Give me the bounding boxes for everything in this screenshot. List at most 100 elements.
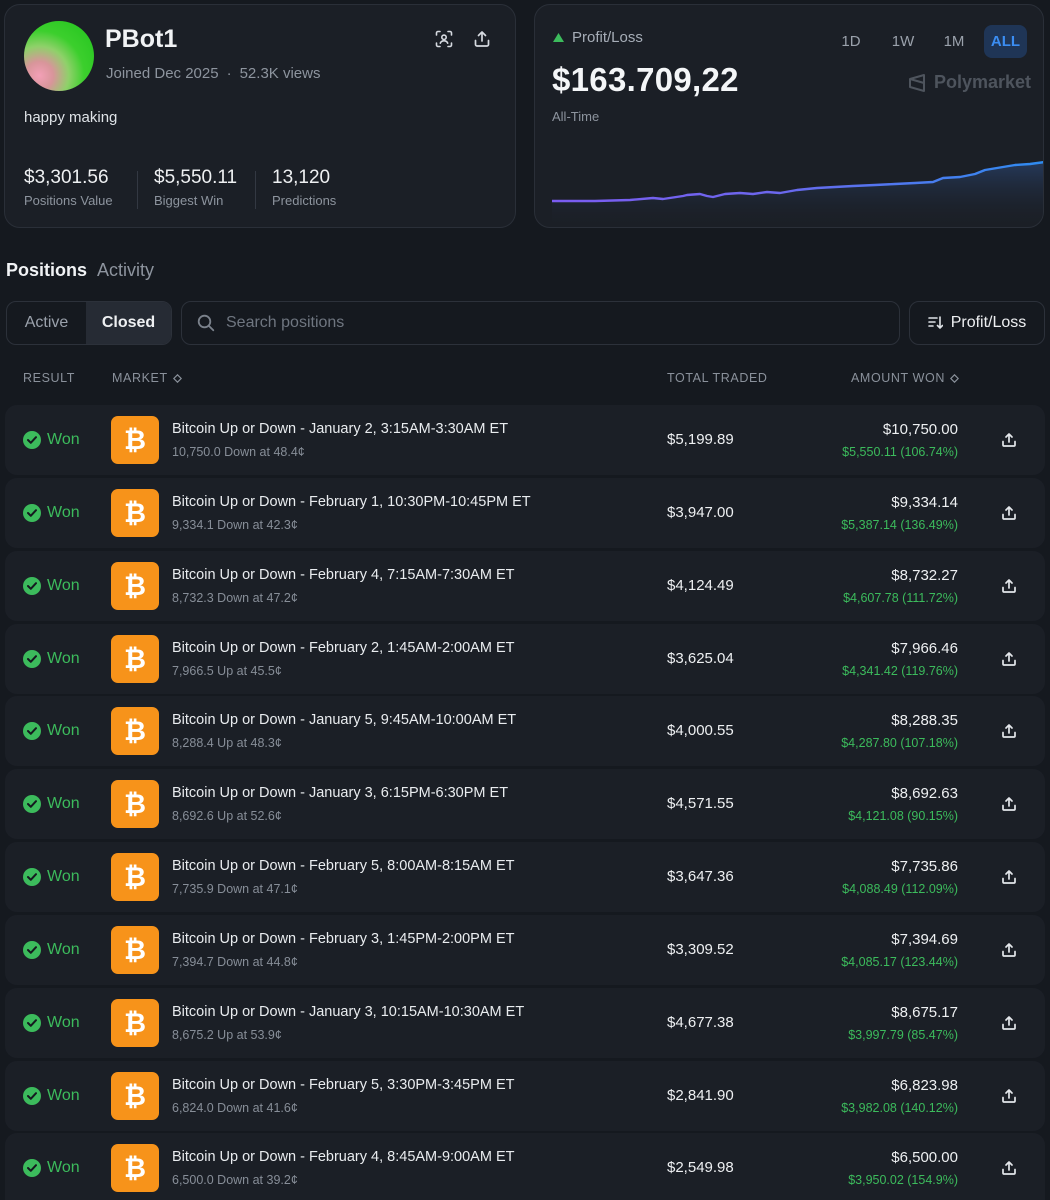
market-title[interactable]: Bitcoin Up or Down - February 1, 10:30PM… bbox=[172, 494, 531, 510]
market-title[interactable]: Bitcoin Up or Down - January 3, 10:15AM-… bbox=[172, 1004, 524, 1020]
result-badge: Won bbox=[23, 941, 80, 959]
total-traded: $4,124.49 bbox=[667, 577, 734, 594]
share-icon[interactable] bbox=[999, 721, 1019, 741]
profit-gain: $4,085.17 (123.44%) bbox=[841, 955, 958, 969]
check-icon bbox=[23, 868, 41, 886]
result-label: Won bbox=[47, 650, 80, 667]
share-icon[interactable] bbox=[999, 1158, 1019, 1178]
bitcoin-icon: ₿ bbox=[111, 1072, 159, 1120]
share-icon[interactable] bbox=[999, 503, 1019, 523]
result-label: Won bbox=[47, 1159, 80, 1176]
table-row[interactable]: Won ₿ Bitcoin Up or Down - January 3, 6:… bbox=[5, 769, 1045, 839]
check-icon bbox=[23, 431, 41, 449]
total-traded: $3,947.00 bbox=[667, 504, 734, 521]
result-label: Won bbox=[47, 1014, 80, 1031]
share-icon[interactable] bbox=[999, 1013, 1019, 1033]
result-label: Won bbox=[47, 795, 80, 812]
share-icon[interactable] bbox=[999, 649, 1019, 669]
profit-gain: $3,997.79 (85.47%) bbox=[848, 1028, 958, 1042]
market-title[interactable]: Bitcoin Up or Down - February 2, 1:45AM-… bbox=[172, 640, 515, 656]
bitcoin-icon: ₿ bbox=[111, 926, 159, 974]
table-row[interactable]: Won ₿ Bitcoin Up or Down - February 3, 1… bbox=[5, 915, 1045, 985]
table-row[interactable]: Won ₿ Bitcoin Up or Down - January 2, 3:… bbox=[5, 405, 1045, 475]
market-title[interactable]: Bitcoin Up or Down - February 5, 3:30PM-… bbox=[172, 1077, 515, 1093]
result-label: Won bbox=[47, 577, 80, 594]
market-title[interactable]: Bitcoin Up or Down - February 3, 1:45PM-… bbox=[172, 931, 515, 947]
result-label: Won bbox=[47, 868, 80, 885]
share-icon[interactable] bbox=[999, 794, 1019, 814]
amount-won: $6,500.00 bbox=[891, 1149, 958, 1166]
profit-gain: $4,607.78 (111.72%) bbox=[843, 591, 958, 605]
check-icon bbox=[23, 1014, 41, 1032]
share-icon[interactable] bbox=[999, 1086, 1019, 1106]
total-traded: $2,841.90 bbox=[667, 1087, 734, 1104]
result-badge: Won bbox=[23, 795, 80, 813]
check-icon bbox=[23, 1087, 41, 1105]
amount-won: $7,735.86 bbox=[891, 858, 958, 875]
result-badge: Won bbox=[23, 1087, 80, 1105]
market-title[interactable]: Bitcoin Up or Down - January 5, 9:45AM-1… bbox=[172, 712, 516, 728]
share-icon[interactable] bbox=[999, 576, 1019, 596]
market-position: 8,288.4 Up at 48.3¢ bbox=[172, 736, 282, 750]
market-title[interactable]: Bitcoin Up or Down - February 4, 8:45AM-… bbox=[172, 1149, 515, 1165]
total-traded: $2,549.98 bbox=[667, 1159, 734, 1176]
market-title[interactable]: Bitcoin Up or Down - February 4, 7:15AM-… bbox=[172, 567, 515, 583]
total-traded: $4,677.38 bbox=[667, 1014, 734, 1031]
market-position: 10,750.0 Down at 48.4¢ bbox=[172, 445, 305, 459]
table-row[interactable]: Won ₿ Bitcoin Up or Down - February 1, 1… bbox=[5, 478, 1045, 548]
result-badge: Won bbox=[23, 1014, 80, 1032]
market-position: 7,966.5 Up at 45.5¢ bbox=[172, 664, 282, 678]
market-position: 8,732.3 Down at 47.2¢ bbox=[172, 591, 298, 605]
bitcoin-icon: ₿ bbox=[111, 635, 159, 683]
result-badge: Won bbox=[23, 1159, 80, 1177]
table-row[interactable]: Won ₿ Bitcoin Up or Down - January 3, 10… bbox=[5, 988, 1045, 1058]
bitcoin-icon: ₿ bbox=[111, 489, 159, 537]
check-icon bbox=[23, 650, 41, 668]
total-traded: $5,199.89 bbox=[667, 431, 734, 448]
market-position: 6,824.0 Down at 41.6¢ bbox=[172, 1101, 298, 1115]
bitcoin-icon: ₿ bbox=[111, 999, 159, 1047]
amount-won: $7,966.46 bbox=[891, 640, 958, 657]
profit-gain: $3,950.02 (154.9%) bbox=[848, 1173, 958, 1187]
amount-won: $8,288.35 bbox=[891, 712, 958, 729]
table-row[interactable]: Won ₿ Bitcoin Up or Down - February 4, 8… bbox=[5, 1133, 1045, 1200]
bitcoin-icon: ₿ bbox=[111, 853, 159, 901]
total-traded: $3,625.04 bbox=[667, 650, 734, 667]
market-title[interactable]: Bitcoin Up or Down - January 2, 3:15AM-3… bbox=[172, 421, 508, 437]
total-traded: $4,000.55 bbox=[667, 722, 734, 739]
market-position: 6,500.0 Down at 39.2¢ bbox=[172, 1173, 298, 1187]
market-title[interactable]: Bitcoin Up or Down - January 3, 6:15PM-6… bbox=[172, 785, 508, 801]
result-label: Won bbox=[47, 431, 80, 448]
positions-table: Won ₿ Bitcoin Up or Down - January 2, 3:… bbox=[0, 0, 1050, 1200]
profit-gain: $3,982.08 (140.12%) bbox=[841, 1101, 958, 1115]
total-traded: $4,571.55 bbox=[667, 795, 734, 812]
table-row[interactable]: Won ₿ Bitcoin Up or Down - February 5, 8… bbox=[5, 842, 1045, 912]
share-icon[interactable] bbox=[999, 430, 1019, 450]
market-position: 9,334.1 Down at 42.3¢ bbox=[172, 518, 298, 532]
result-badge: Won bbox=[23, 431, 80, 449]
result-badge: Won bbox=[23, 650, 80, 668]
check-icon bbox=[23, 941, 41, 959]
profit-gain: $5,387.14 (136.49%) bbox=[841, 518, 958, 532]
check-icon bbox=[23, 722, 41, 740]
share-icon[interactable] bbox=[999, 867, 1019, 887]
total-traded: $3,647.36 bbox=[667, 868, 734, 885]
total-traded: $3,309.52 bbox=[667, 941, 734, 958]
table-row[interactable]: Won ₿ Bitcoin Up or Down - February 2, 1… bbox=[5, 624, 1045, 694]
table-row[interactable]: Won ₿ Bitcoin Up or Down - January 5, 9:… bbox=[5, 696, 1045, 766]
amount-won: $10,750.00 bbox=[882, 421, 958, 438]
share-icon[interactable] bbox=[999, 940, 1019, 960]
profit-gain: $4,341.42 (119.76%) bbox=[842, 664, 958, 678]
market-title[interactable]: Bitcoin Up or Down - February 5, 8:00AM-… bbox=[172, 858, 515, 874]
amount-won: $6,823.98 bbox=[891, 1077, 958, 1094]
check-icon bbox=[23, 577, 41, 595]
amount-won: $7,394.69 bbox=[891, 931, 958, 948]
bitcoin-icon: ₿ bbox=[111, 780, 159, 828]
check-icon bbox=[23, 1159, 41, 1177]
market-position: 8,675.2 Up at 53.9¢ bbox=[172, 1028, 282, 1042]
result-badge: Won bbox=[23, 504, 80, 522]
table-row[interactable]: Won ₿ Bitcoin Up or Down - February 5, 3… bbox=[5, 1061, 1045, 1131]
table-row[interactable]: Won ₿ Bitcoin Up or Down - February 4, 7… bbox=[5, 551, 1045, 621]
bitcoin-icon: ₿ bbox=[111, 707, 159, 755]
profit-gain: $5,550.11 (106.74%) bbox=[842, 445, 958, 459]
